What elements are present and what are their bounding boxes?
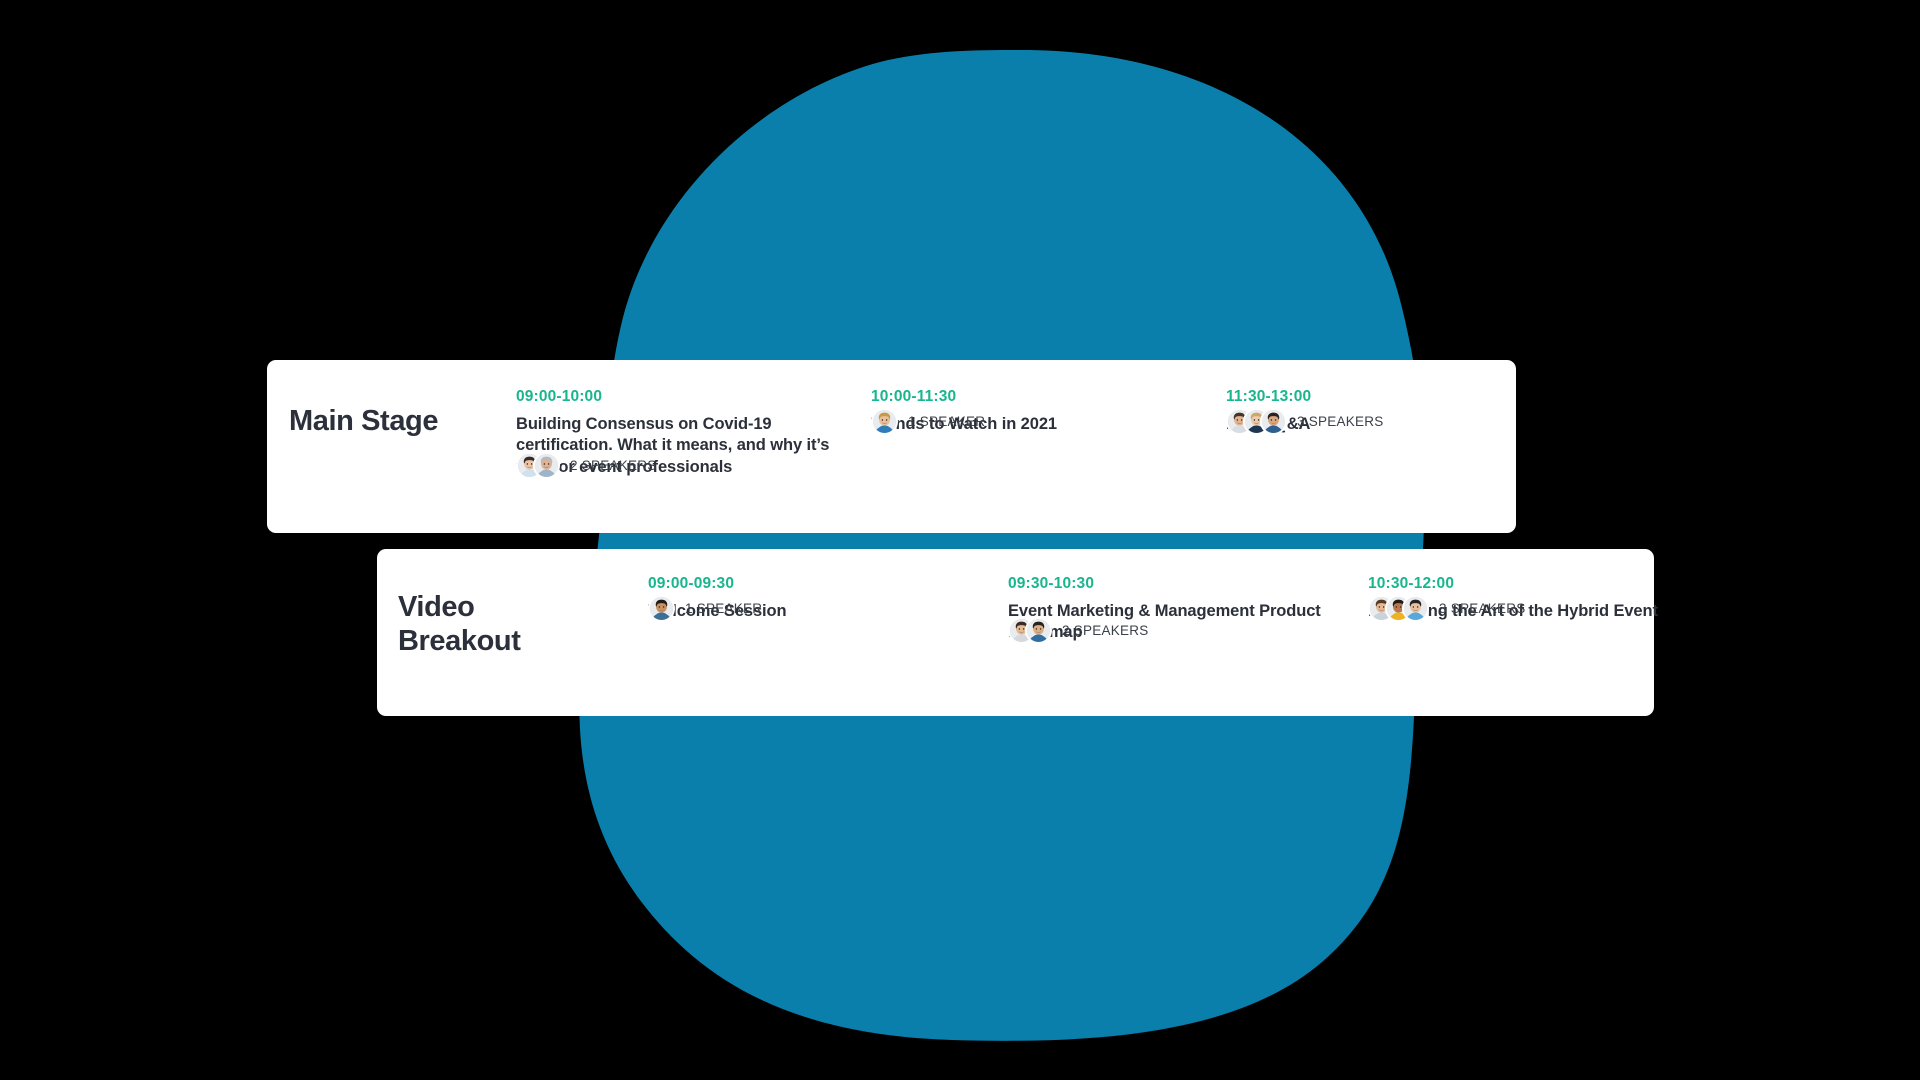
avatar-stack [648,595,675,623]
speaker-group[interactable]: 2 SPEAKERS [1008,617,1149,645]
track-title-video-breakout: Video Breakout [398,591,521,658]
background-blob [579,50,1425,1041]
session-item[interactable]: 09:00-09:30 Welcome Session 1 SPEAKER [648,575,1008,623]
session-time: 11:30-13:00 [1226,388,1312,405]
speaker-count-label: 3 SPEAKERS [1297,414,1384,430]
track-title-main-stage: Main Stage [289,405,439,437]
speaker-count-label: 2 SPEAKERS [1062,623,1149,639]
speaker-avatar-6 [1260,408,1287,436]
session-list-main-stage: 09:00-10:00 Building Consensus on Covid-… [449,388,1581,480]
speaker-avatar-3 [871,408,898,436]
agenda-canvas: Main Stage 09:00-10:00 Building Consensu… [0,0,1920,1080]
session-time: 09:00-09:30 [648,575,735,592]
session-item[interactable]: 09:30-10:30 Event Marketing & Management… [1008,575,1368,645]
speaker-avatar-2 [533,452,560,480]
avatar-stack [1008,617,1052,645]
speaker-avatar-9 [1025,617,1052,645]
speaker-group[interactable]: 1 SPEAKER [871,408,986,436]
speaker-group[interactable]: 3 SPEAKERS [1226,408,1384,436]
speaker-avatar-12 [1402,595,1429,623]
speaker-group[interactable]: 1 SPEAKER [648,595,763,623]
session-item[interactable]: 11:30-13:00 Panel Q&A 3 SPEAKERS [1226,388,1581,436]
session-time: 10:00-11:30 [871,388,957,405]
speaker-avatar-7 [648,595,675,623]
track-card-main-stage[interactable]: Main Stage 09:00-10:00 Building Consensu… [267,360,1516,533]
track-card-video-breakout[interactable]: Video Breakout 09:00-09:30 Welcome Sessi… [377,549,1658,716]
session-item[interactable]: 10:30-12:00 Perfecting the Art of the Hy… [1368,575,1728,623]
session-time: 09:30-10:30 [1008,575,1095,592]
session-list-video-breakout: 09:00-09:30 Welcome Session 1 SPEAKER 09… [574,575,1728,645]
session-time: 09:00-10:00 [516,388,603,405]
speaker-count-label: 1 SPEAKER [908,414,986,430]
avatar-stack [871,408,898,436]
avatar-stack [516,452,560,480]
avatar-stack [1226,408,1287,436]
speaker-count-label: 1 SPEAKER [685,601,763,617]
avatar-stack [1368,595,1429,623]
speaker-count-label: 2 SPEAKERS [570,458,657,474]
session-item[interactable]: 10:00-11:30 Trends to Watch in 2021 1 SP… [871,388,1226,436]
speaker-group[interactable]: 2 SPEAKERS [516,452,657,480]
speaker-group[interactable]: 3 SPEAKERS [1368,595,1526,623]
session-time: 10:30-12:00 [1368,575,1455,592]
speaker-count-label: 3 SPEAKERS [1439,601,1526,617]
session-item[interactable]: 09:00-10:00 Building Consensus on Covid-… [516,388,871,480]
